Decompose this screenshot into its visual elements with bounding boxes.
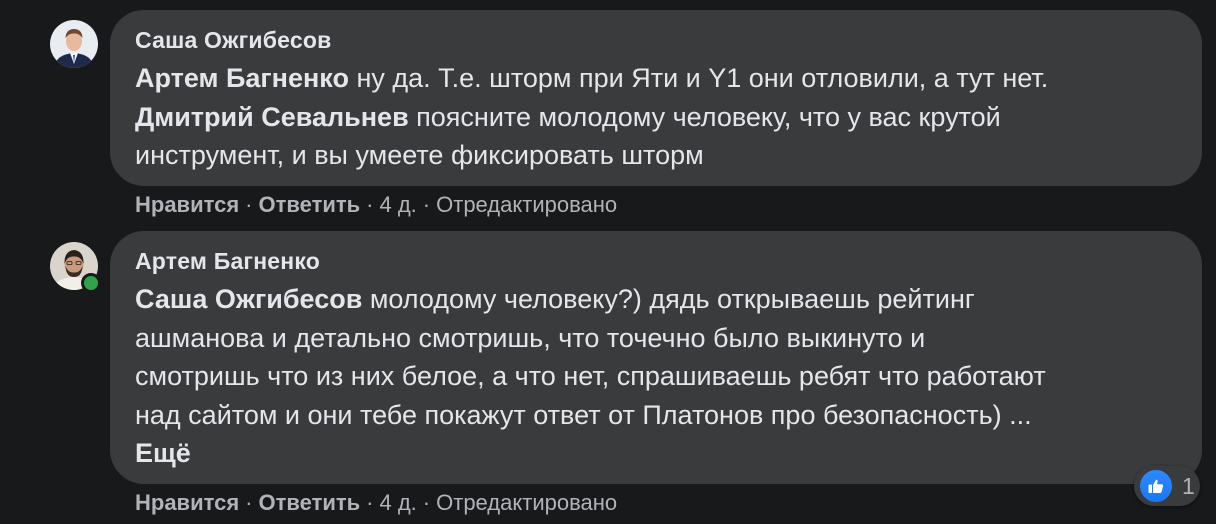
comment-text: Артем Багненко ну да. Т.е. шторм при Яти… — [135, 59, 1177, 175]
comment-actions: Нравится · Ответить · 4 д. · Отредактировано — [135, 192, 618, 217]
like-icon — [1138, 468, 1174, 504]
comment-author[interactable]: Артем Багненко — [135, 246, 1177, 276]
comment-line: смотришь что из них белое, а что нет, сп… — [135, 361, 1046, 391]
avatar[interactable] — [50, 20, 98, 68]
comment-line: Артем Багненко ну да. Т.е. шторм при Яти… — [135, 63, 1049, 93]
comment-line: инструмент, и вы умеете фиксировать штор… — [135, 140, 704, 170]
comment-line: Дмитрий Севальнев поясните молодому чело… — [135, 101, 1001, 132]
mention-link[interactable]: Саша Ожгибесов — [135, 284, 362, 314]
edited-label[interactable]: Отредактировано — [436, 490, 617, 515]
avatar-photo-icon — [50, 20, 98, 68]
timestamp[interactable]: 4 д. — [380, 192, 417, 217]
reply-link[interactable]: Ответить — [259, 192, 361, 217]
mention-link[interactable]: Дмитрий Севальнев — [135, 102, 409, 132]
mention-link[interactable]: Артем Багненко — [135, 63, 349, 93]
comment-line: над сайтом и они тебе покажут ответ от П… — [135, 399, 1032, 430]
comment-actions: Нравится · Ответить · 4 д. · Отредактировано — [135, 490, 618, 515]
reply-link[interactable]: Ответить — [259, 490, 361, 515]
timestamp[interactable]: 4 д. — [380, 490, 417, 515]
see-more-link[interactable]: Ещё — [135, 434, 1177, 473]
reaction-count: 1 — [1182, 472, 1195, 499]
online-status-indicator — [81, 273, 101, 293]
like-link[interactable]: Нравится — [135, 490, 239, 515]
comment-author[interactable]: Саша Ожгибесов — [135, 25, 1177, 55]
comment-line: ашманова и детально смотришь, что точечн… — [135, 322, 926, 353]
comment-line: Саша Ожгибесов молодому человеку?) дядь … — [135, 284, 975, 314]
like-link[interactable]: Нравится — [135, 192, 239, 217]
edited-label[interactable]: Отредактировано — [436, 192, 617, 217]
comment-text: Саша Ожгибесов молодому человеку?) дядь … — [135, 280, 1177, 473]
comment-bubble: Артем Багненко Саша Ожгибесов молодому ч… — [110, 231, 1202, 484]
reaction-badge[interactable]: 1 — [1134, 466, 1200, 506]
comment-bubble: Саша Ожгибесов Артем Багненко ну да. Т.е… — [110, 10, 1202, 186]
